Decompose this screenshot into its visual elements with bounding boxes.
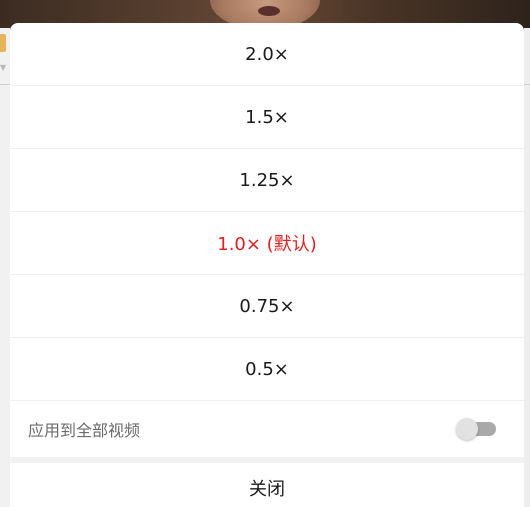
background-divider-right: [524, 84, 530, 85]
speed-option-2x[interactable]: 2.0×: [10, 23, 524, 86]
background-arrow-icon: ▼: [0, 63, 7, 72]
speed-option-list: 2.0× 1.5× 1.25× 1.0× (默认) 0.75× 0.5×: [10, 23, 524, 401]
speed-option-0-5x[interactable]: 0.5×: [10, 338, 524, 401]
apply-to-all-label: 应用到全部视频: [28, 421, 141, 440]
background-video-mouth: [258, 6, 280, 16]
speed-option-1-5x[interactable]: 1.5×: [10, 86, 524, 149]
background-page-right-edge: [524, 28, 530, 507]
background-tab-marker: [0, 34, 6, 52]
background-page-left-edge: [0, 28, 10, 507]
speed-option-0-75x[interactable]: 0.75×: [10, 275, 524, 338]
speed-option-1x-default[interactable]: 1.0× (默认): [10, 212, 524, 275]
screen: ▼ 2.0× 1.5× 1.25× 1.0× (默认) 0.75× 0.5× 应…: [0, 0, 530, 507]
apply-to-all-toggle[interactable]: [456, 418, 496, 440]
playback-speed-sheet: 2.0× 1.5× 1.25× 1.0× (默认) 0.75× 0.5× 应用到…: [10, 23, 524, 507]
background-divider-left: [0, 84, 10, 85]
close-button[interactable]: 关闭: [10, 463, 524, 507]
speed-option-1-25x[interactable]: 1.25×: [10, 149, 524, 212]
apply-to-all-row: 应用到全部视频: [10, 401, 524, 457]
toggle-thumb: [456, 418, 478, 440]
